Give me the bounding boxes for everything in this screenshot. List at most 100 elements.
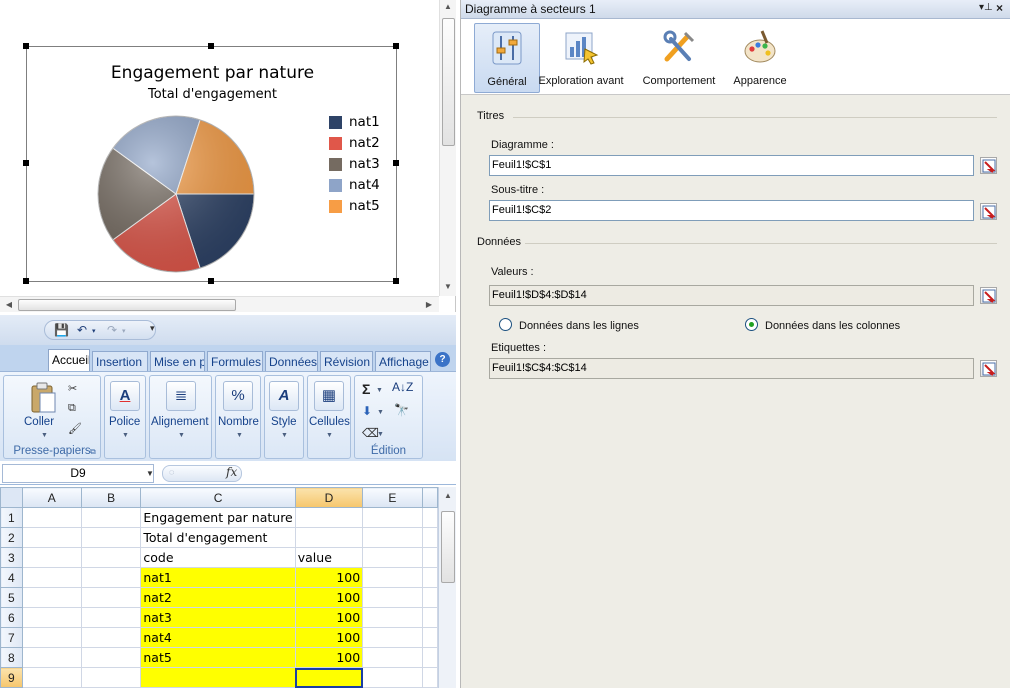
resize-handle-tr[interactable]	[393, 43, 399, 49]
clear-dropdown-icon[interactable]: ▼	[377, 431, 384, 438]
cell-f[interactable]	[421, 567, 438, 588]
cell-a[interactable]	[21, 667, 82, 688]
cell-a[interactable]	[21, 527, 82, 548]
style-icon[interactable]: A	[269, 381, 299, 411]
scroll-thumb[interactable]	[441, 511, 455, 583]
cell-b[interactable]	[80, 567, 142, 588]
autosum-icon[interactable]: Σ	[362, 381, 370, 397]
close-icon[interactable]: ×	[996, 1, 1003, 15]
expand-icon[interactable]: ◌	[169, 467, 174, 477]
name-box-dropdown-icon[interactable]: ▼	[146, 469, 154, 478]
redo-dropdown-icon[interactable]: ▾	[122, 327, 126, 335]
row-header[interactable]: 4	[0, 567, 23, 588]
cell-f[interactable]	[421, 507, 438, 528]
cell-b[interactable]	[80, 587, 142, 608]
subtitle-ref-input[interactable]: Feuil1!$C$2	[489, 200, 974, 221]
number-dropdown-icon[interactable]: ▼	[236, 432, 243, 439]
scroll-up-icon[interactable]: ▲	[441, 2, 455, 11]
spreadsheet-grid[interactable]: A B C D E 1 Engagement par nature 2 Total d'enga…	[0, 487, 438, 688]
cell-e[interactable]	[362, 627, 423, 648]
tab-accueil[interactable]: Accueil	[48, 349, 90, 371]
fill-dropdown-icon[interactable]: ▼	[377, 409, 384, 416]
resize-handle-br[interactable]	[393, 278, 399, 284]
cell-a[interactable]	[21, 507, 82, 528]
scroll-left-icon[interactable]: ◀	[2, 300, 16, 309]
redo-icon[interactable]: ↷	[107, 323, 117, 337]
data-in-columns-radio[interactable]	[745, 318, 758, 331]
alignment-button[interactable]: Alignement	[151, 416, 209, 428]
column-header[interactable]	[421, 487, 438, 508]
chart-title-ref-input[interactable]: Feuil1!$C$1	[489, 155, 974, 176]
cell-b[interactable]	[80, 607, 142, 628]
cell-a[interactable]	[21, 567, 82, 588]
row-header[interactable]: 8	[0, 647, 23, 668]
cell-d[interactable]: 100	[294, 647, 364, 668]
cell-b[interactable]	[80, 667, 142, 688]
cell-c[interactable]: nat3	[140, 607, 296, 628]
values-ref-button[interactable]	[980, 287, 997, 304]
data-in-rows-label[interactable]: Données dans les lignes	[519, 320, 639, 332]
cell-e[interactable]	[362, 507, 423, 528]
paste-button[interactable]: Coller	[24, 416, 54, 428]
style-dropdown-icon[interactable]: ▼	[281, 432, 288, 439]
cell-d[interactable]	[294, 527, 364, 548]
cell-b[interactable]	[80, 527, 142, 548]
alignment-dropdown-icon[interactable]: ▼	[178, 432, 185, 439]
cell-d[interactable]: 100	[294, 607, 364, 628]
cell-c[interactable]: nat1	[140, 567, 296, 588]
cell-d[interactable]: value	[294, 547, 364, 568]
cell-e[interactable]	[362, 587, 423, 608]
tab-insertion[interactable]: Insertion	[92, 351, 148, 371]
autosum-dropdown-icon[interactable]: ▼	[376, 387, 383, 394]
copy-icon[interactable]: ⧉	[68, 402, 76, 415]
scroll-thumb[interactable]	[442, 18, 455, 146]
help-icon[interactable]: ?	[435, 352, 450, 367]
dialog-launcher-icon[interactable]: ⧉	[90, 447, 96, 457]
cell-c[interactable]	[140, 667, 296, 688]
fill-icon[interactable]: ⬇	[362, 404, 372, 418]
cell-a[interactable]	[21, 587, 82, 608]
cell-e[interactable]	[362, 667, 423, 688]
tab-exploration-avant[interactable]: Exploration avant	[535, 23, 627, 93]
resize-handle-bl[interactable]	[23, 278, 29, 284]
cut-icon[interactable]: ✂	[68, 382, 77, 395]
cell-a[interactable]	[21, 607, 82, 628]
cell-c[interactable]: nat2	[140, 587, 296, 608]
style-button[interactable]: Style	[271, 416, 297, 428]
cell-e[interactable]	[362, 567, 423, 588]
font-button[interactable]: Police	[109, 416, 140, 428]
cell-f[interactable]	[421, 547, 438, 568]
column-header[interactable]: D	[294, 487, 364, 508]
undo-dropdown-icon[interactable]: ▾	[92, 327, 96, 335]
format-painter-icon[interactable]: 🖌	[68, 422, 82, 435]
cell-f[interactable]	[421, 587, 438, 608]
values-ref-input[interactable]: Feuil1!$D$4:$D$14	[489, 285, 974, 306]
preview-horizontal-scrollbar[interactable]: ◀ ▶	[0, 296, 439, 312]
row-header[interactable]: 1	[0, 507, 23, 528]
row-header[interactable]: 6	[0, 607, 23, 628]
customize-qat-icon[interactable]: ▾	[150, 323, 155, 334]
chart-object[interactable]: Engagement par nature Total d'engagement…	[23, 43, 399, 284]
cell-a[interactable]	[21, 547, 82, 568]
cell-c[interactable]: Engagement par nature	[140, 507, 296, 528]
undo-icon[interactable]: ↶	[77, 323, 87, 337]
cell-a[interactable]	[21, 627, 82, 648]
find-select-icon[interactable]: 🔭	[394, 403, 409, 417]
cell-f[interactable]	[421, 667, 438, 688]
cell-d[interactable]: 100	[294, 587, 364, 608]
tab-affichage[interactable]: Affichage	[375, 351, 431, 371]
select-all-corner[interactable]	[0, 487, 23, 508]
cell-b[interactable]	[80, 507, 142, 528]
column-header[interactable]: A	[21, 487, 82, 508]
cells-icon[interactable]: ▦	[314, 381, 344, 411]
pin-icon[interactable]: ▾⊥	[979, 2, 993, 13]
cell-e[interactable]	[362, 527, 423, 548]
cell-c[interactable]: code	[140, 547, 296, 568]
name-box[interactable]: D9	[2, 464, 154, 483]
row-header[interactable]: 9	[0, 667, 23, 688]
scroll-up-icon[interactable]: ▲	[441, 491, 455, 500]
cell-a[interactable]	[21, 647, 82, 668]
cells-button[interactable]: Cellules	[309, 416, 350, 428]
sort-filter-icon[interactable]: A↓Z	[392, 380, 413, 394]
tab-apparence[interactable]: Apparence	[725, 23, 795, 93]
